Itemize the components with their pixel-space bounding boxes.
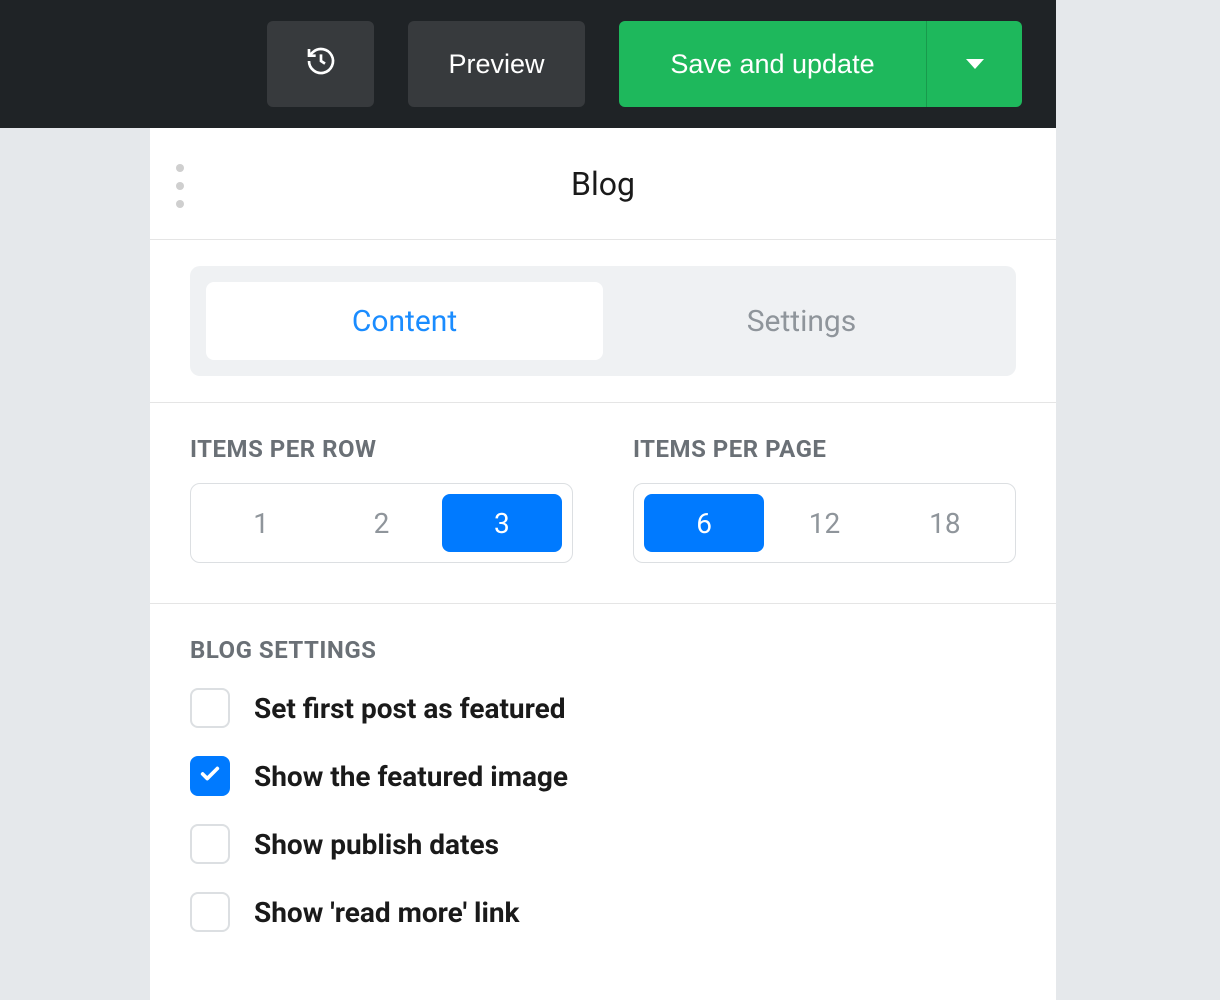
preview-button-label: Preview [448, 49, 544, 80]
checkbox-read-more[interactable] [190, 892, 230, 932]
items-per-page-option-18[interactable]: 18 [885, 494, 1005, 552]
items-section: Items per row 1 2 3 Items per page 6 [150, 403, 1056, 604]
items-per-page-group: Items per page 6 12 18 [633, 435, 1016, 563]
items-per-row-segmented: 1 2 3 [190, 483, 573, 563]
preview-button[interactable]: Preview [408, 21, 585, 107]
topbar: Preview Save and update [0, 0, 1056, 128]
items-per-page-segmented: 6 12 18 [633, 483, 1016, 563]
checkbox-label: Set first post as featured [254, 692, 565, 725]
checkbox-featured-image[interactable] [190, 756, 230, 796]
checkbox-row-featured-post: Set first post as featured [190, 688, 1016, 728]
seg-opt-label: 1 [253, 507, 269, 540]
checkbox-label: Show 'read more' link [254, 896, 520, 929]
settings-panel: Blog Content Settings Items per row 1 2 [150, 128, 1056, 1000]
tab-content-label: Content [352, 304, 457, 339]
items-per-row-option-1[interactable]: 1 [201, 494, 321, 552]
tab-content[interactable]: Content [206, 282, 603, 360]
panel-header: Blog [150, 128, 1056, 240]
tab-settings[interactable]: Settings [603, 282, 1000, 360]
items-per-page-label: Items per page [633, 435, 1016, 463]
seg-opt-label: 12 [809, 507, 840, 540]
items-per-row-option-2[interactable]: 2 [321, 494, 441, 552]
checkbox-label: Show publish dates [254, 828, 499, 861]
checkbox-row-publish-dates: Show publish dates [190, 824, 1016, 864]
seg-opt-label: 2 [374, 507, 390, 540]
checkbox-publish-dates[interactable] [190, 824, 230, 864]
items-per-page-option-12[interactable]: 12 [764, 494, 884, 552]
blog-settings-section: Blog settings Set first post as featured… [150, 604, 1056, 992]
drag-handle-icon[interactable] [176, 164, 184, 208]
tab-settings-label: Settings [747, 304, 857, 339]
save-button-label: Save and update [670, 49, 874, 79]
seg-opt-label: 18 [929, 507, 960, 540]
seg-opt-label: 6 [696, 507, 712, 540]
history-button[interactable] [267, 21, 374, 107]
checkbox-featured-post[interactable] [190, 688, 230, 728]
caret-down-icon [966, 59, 984, 69]
items-per-row-label: Items per row [190, 435, 573, 463]
checkbox-label: Show the featured image [254, 760, 568, 793]
items-per-row-group: Items per row 1 2 3 [190, 435, 573, 563]
blog-settings-label: Blog settings [190, 636, 1016, 664]
save-button-group: Save and update [619, 21, 1022, 107]
check-icon [199, 763, 221, 789]
tabs: Content Settings [190, 266, 1016, 376]
checkbox-row-read-more: Show 'read more' link [190, 892, 1016, 932]
items-per-page-option-6[interactable]: 6 [644, 494, 764, 552]
history-icon [305, 45, 337, 84]
checkbox-row-featured-image: Show the featured image [190, 756, 1016, 796]
panel-title: Blog [571, 165, 635, 203]
save-button[interactable]: Save and update [619, 21, 926, 107]
tabs-section: Content Settings [150, 240, 1056, 403]
items-per-row-option-3[interactable]: 3 [442, 494, 562, 552]
save-dropdown-button[interactable] [926, 21, 1022, 107]
seg-opt-label: 3 [494, 507, 510, 540]
